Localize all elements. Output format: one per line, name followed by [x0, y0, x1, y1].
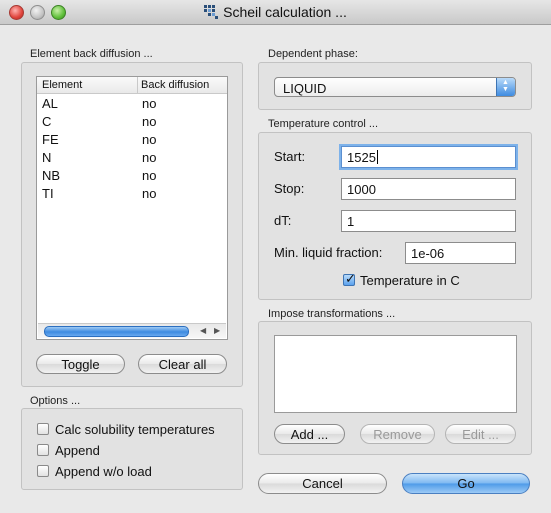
horizontal-scrollbar[interactable]: ◀ ▶	[38, 323, 226, 338]
table-row[interactable]: TI no	[37, 185, 227, 203]
dependent-phase-group: LIQUID ▲ ▼	[258, 62, 532, 110]
temperature-in-c-checkbox[interactable]: ✓	[343, 271, 356, 286]
impose-transformations-label: Impose transformations ...	[268, 308, 396, 320]
table-row[interactable]: AL no	[37, 95, 227, 113]
row-element: FE	[42, 132, 59, 147]
dependent-phase-select[interactable]: LIQUID ▲ ▼	[274, 77, 516, 97]
table-row[interactable]: C no	[37, 113, 227, 131]
go-button[interactable]: Go	[402, 473, 530, 494]
title-bar[interactable]: Scheil calculation ...	[0, 0, 551, 25]
window-title: Scheil calculation ...	[223, 4, 347, 20]
options-group: Calc solubility temperatures Append Appe…	[21, 408, 243, 490]
row-element: AL	[42, 96, 58, 111]
calc-solubility-checkbox[interactable]	[37, 423, 49, 435]
scroll-left-arrow-icon[interactable]: ◀	[200, 326, 206, 335]
transformations-list[interactable]	[274, 335, 517, 413]
row-element: TI	[42, 186, 54, 201]
back-diffusion-group: Element Back diffusion AL no C no FE no …	[21, 62, 243, 387]
add-transformation-button[interactable]: Add ...	[274, 424, 345, 444]
row-element: N	[42, 150, 52, 165]
impose-transformations-group: Add ... Remove Edit ...	[258, 321, 532, 455]
stop-label: Stop:	[274, 181, 305, 196]
app-grid-icon	[204, 5, 219, 19]
dt-input[interactable]: 1	[341, 210, 516, 232]
scroll-right-arrow-icon[interactable]: ▶	[214, 326, 220, 335]
row-back-diffusion: no	[142, 132, 157, 147]
row-element: C	[42, 114, 52, 129]
append-wo-load-label[interactable]: Append w/o load	[55, 464, 152, 479]
table-row[interactable]: NB no	[37, 167, 227, 185]
min-liquid-fraction-input[interactable]: 1e-06	[405, 242, 516, 264]
temperature-control-group: Start: 1525 Stop: 1000 dT: 1 Min. liquid…	[258, 132, 532, 300]
column-header-element[interactable]: Element	[42, 79, 82, 91]
cancel-button[interactable]: Cancel	[258, 473, 387, 494]
temperature-control-label: Temperature control ...	[268, 118, 379, 130]
start-input[interactable]: 1525	[341, 146, 516, 168]
select-stepper-icon[interactable]: ▲ ▼	[496, 78, 515, 96]
min-liquid-fraction-label: Min. liquid fraction:	[274, 245, 383, 260]
row-back-diffusion: no	[142, 186, 157, 201]
row-back-diffusion: no	[142, 168, 157, 183]
temperature-in-c-label[interactable]: Temperature in C	[360, 273, 460, 288]
dependent-phase-value: LIQUID	[283, 81, 327, 96]
dependent-phase-label: Dependent phase:	[268, 48, 358, 60]
calc-solubility-label[interactable]: Calc solubility temperatures	[55, 422, 215, 437]
table-row[interactable]: FE no	[37, 131, 227, 149]
row-element: NB	[42, 168, 61, 183]
start-value: 1525	[347, 150, 376, 165]
dt-label: dT:	[274, 213, 292, 228]
clear-all-button[interactable]: Clear all	[138, 354, 227, 374]
options-group-label: Options ...	[30, 395, 81, 407]
text-caret	[376, 150, 378, 164]
edit-transformation-button[interactable]: Edit ...	[445, 424, 516, 444]
table-row[interactable]: N no	[37, 149, 227, 167]
row-back-diffusion: no	[142, 96, 157, 111]
window-title-area: Scheil calculation ...	[0, 4, 551, 20]
column-separator	[137, 77, 138, 93]
back-diffusion-group-label: Element back diffusion ...	[30, 48, 153, 60]
row-back-diffusion: no	[142, 150, 157, 165]
toggle-button[interactable]: Toggle	[36, 354, 125, 374]
stop-input[interactable]: 1000	[341, 178, 516, 200]
remove-transformation-button[interactable]: Remove	[360, 424, 435, 444]
append-label[interactable]: Append	[55, 443, 100, 458]
back-diffusion-table[interactable]: Element Back diffusion AL no C no FE no …	[36, 76, 228, 340]
checkmark-icon: ✓	[345, 271, 356, 286]
scrollbar-thumb[interactable]	[44, 326, 189, 337]
append-wo-load-checkbox[interactable]	[37, 465, 49, 477]
table-header: Element Back diffusion	[37, 77, 227, 94]
row-back-diffusion: no	[142, 114, 157, 129]
column-header-back-diffusion[interactable]: Back diffusion	[141, 79, 209, 91]
scheil-dialog-window: Scheil calculation ... Element back diff…	[0, 0, 551, 513]
append-checkbox[interactable]	[37, 444, 49, 456]
start-label: Start:	[274, 149, 306, 164]
